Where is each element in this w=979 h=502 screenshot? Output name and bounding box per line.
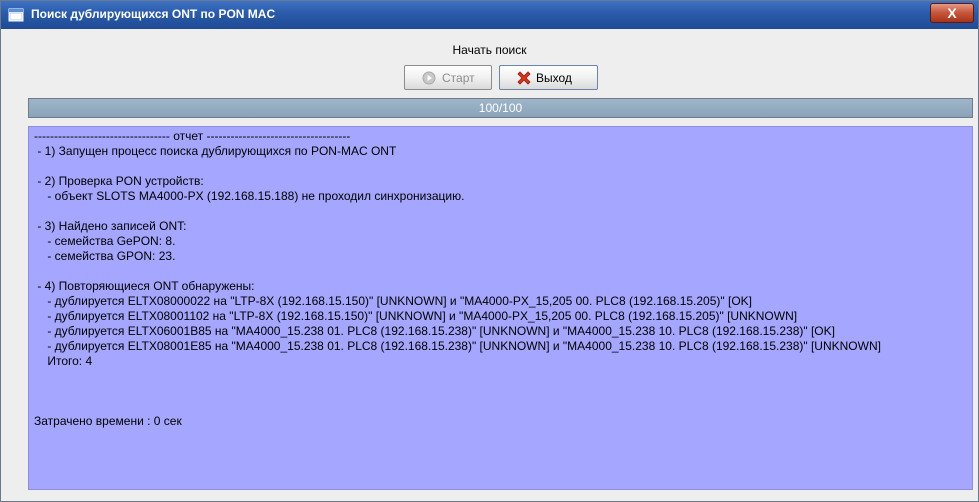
progress-text: 100/100 (478, 101, 523, 115)
window-title: Поиск дублирующихся ONT по PON MAC (31, 7, 276, 21)
report-line: - объект SLOTS MA4000-PX (192.168.15.188… (34, 189, 465, 203)
close-button[interactable]: X (930, 3, 974, 23)
start-button-label: Старт (442, 71, 475, 85)
exit-button[interactable]: Выход (499, 65, 598, 90)
exit-x-icon (517, 71, 531, 85)
report-line: ---------------------------------- отчет… (34, 129, 351, 143)
report-line: - 4) Повторяющиеся ONT обнаружены: (34, 279, 255, 293)
report-line: Затрачено времени : 0 сек (34, 414, 182, 428)
start-button[interactable]: Старт (404, 65, 492, 90)
progress-bar: 100/100 (28, 98, 973, 118)
exit-button-label: Выход (536, 71, 572, 85)
report-line: - дублируется ELTX08001E85 на "MA4000_15… (34, 339, 881, 353)
start-icon (422, 71, 436, 85)
app-window-icon (8, 8, 24, 22)
report-text-area[interactable]: ---------------------------------- отчет… (28, 126, 973, 490)
report-line: - семейства GPON: 23. (34, 249, 176, 263)
report-line (34, 159, 972, 174)
report-line (34, 399, 972, 414)
report-line: - 1) Запущен процесс поиска дублирующихс… (34, 144, 397, 158)
report-line: - 2) Проверка PON устройств: (34, 174, 204, 188)
report-line: - 3) Найдено записей ONT: (34, 219, 187, 233)
report-line: - дублируется ELTX06001B85 на "MA4000_15… (34, 324, 835, 338)
close-icon: X (947, 5, 957, 21)
report-line (34, 369, 972, 384)
title-bar[interactable]: Поиск дублирующихся ONT по PON MAC X (1, 1, 978, 29)
search-header-label: Начать поиск (452, 43, 527, 57)
dialog-window: Поиск дублирующихся ONT по PON MAC X Нач… (0, 0, 979, 502)
report-line: - дублируется ELTX08001102 на "LTP-8X (1… (34, 309, 798, 323)
report-line: - семейства GePON: 8. (34, 234, 176, 248)
report-line (34, 264, 972, 279)
report-line: - дублируется ELTX08000022 на "LTP-8X (1… (34, 294, 752, 308)
report-line (34, 204, 972, 219)
report-line (34, 384, 972, 399)
report-line: Итого: 4 (34, 354, 93, 368)
